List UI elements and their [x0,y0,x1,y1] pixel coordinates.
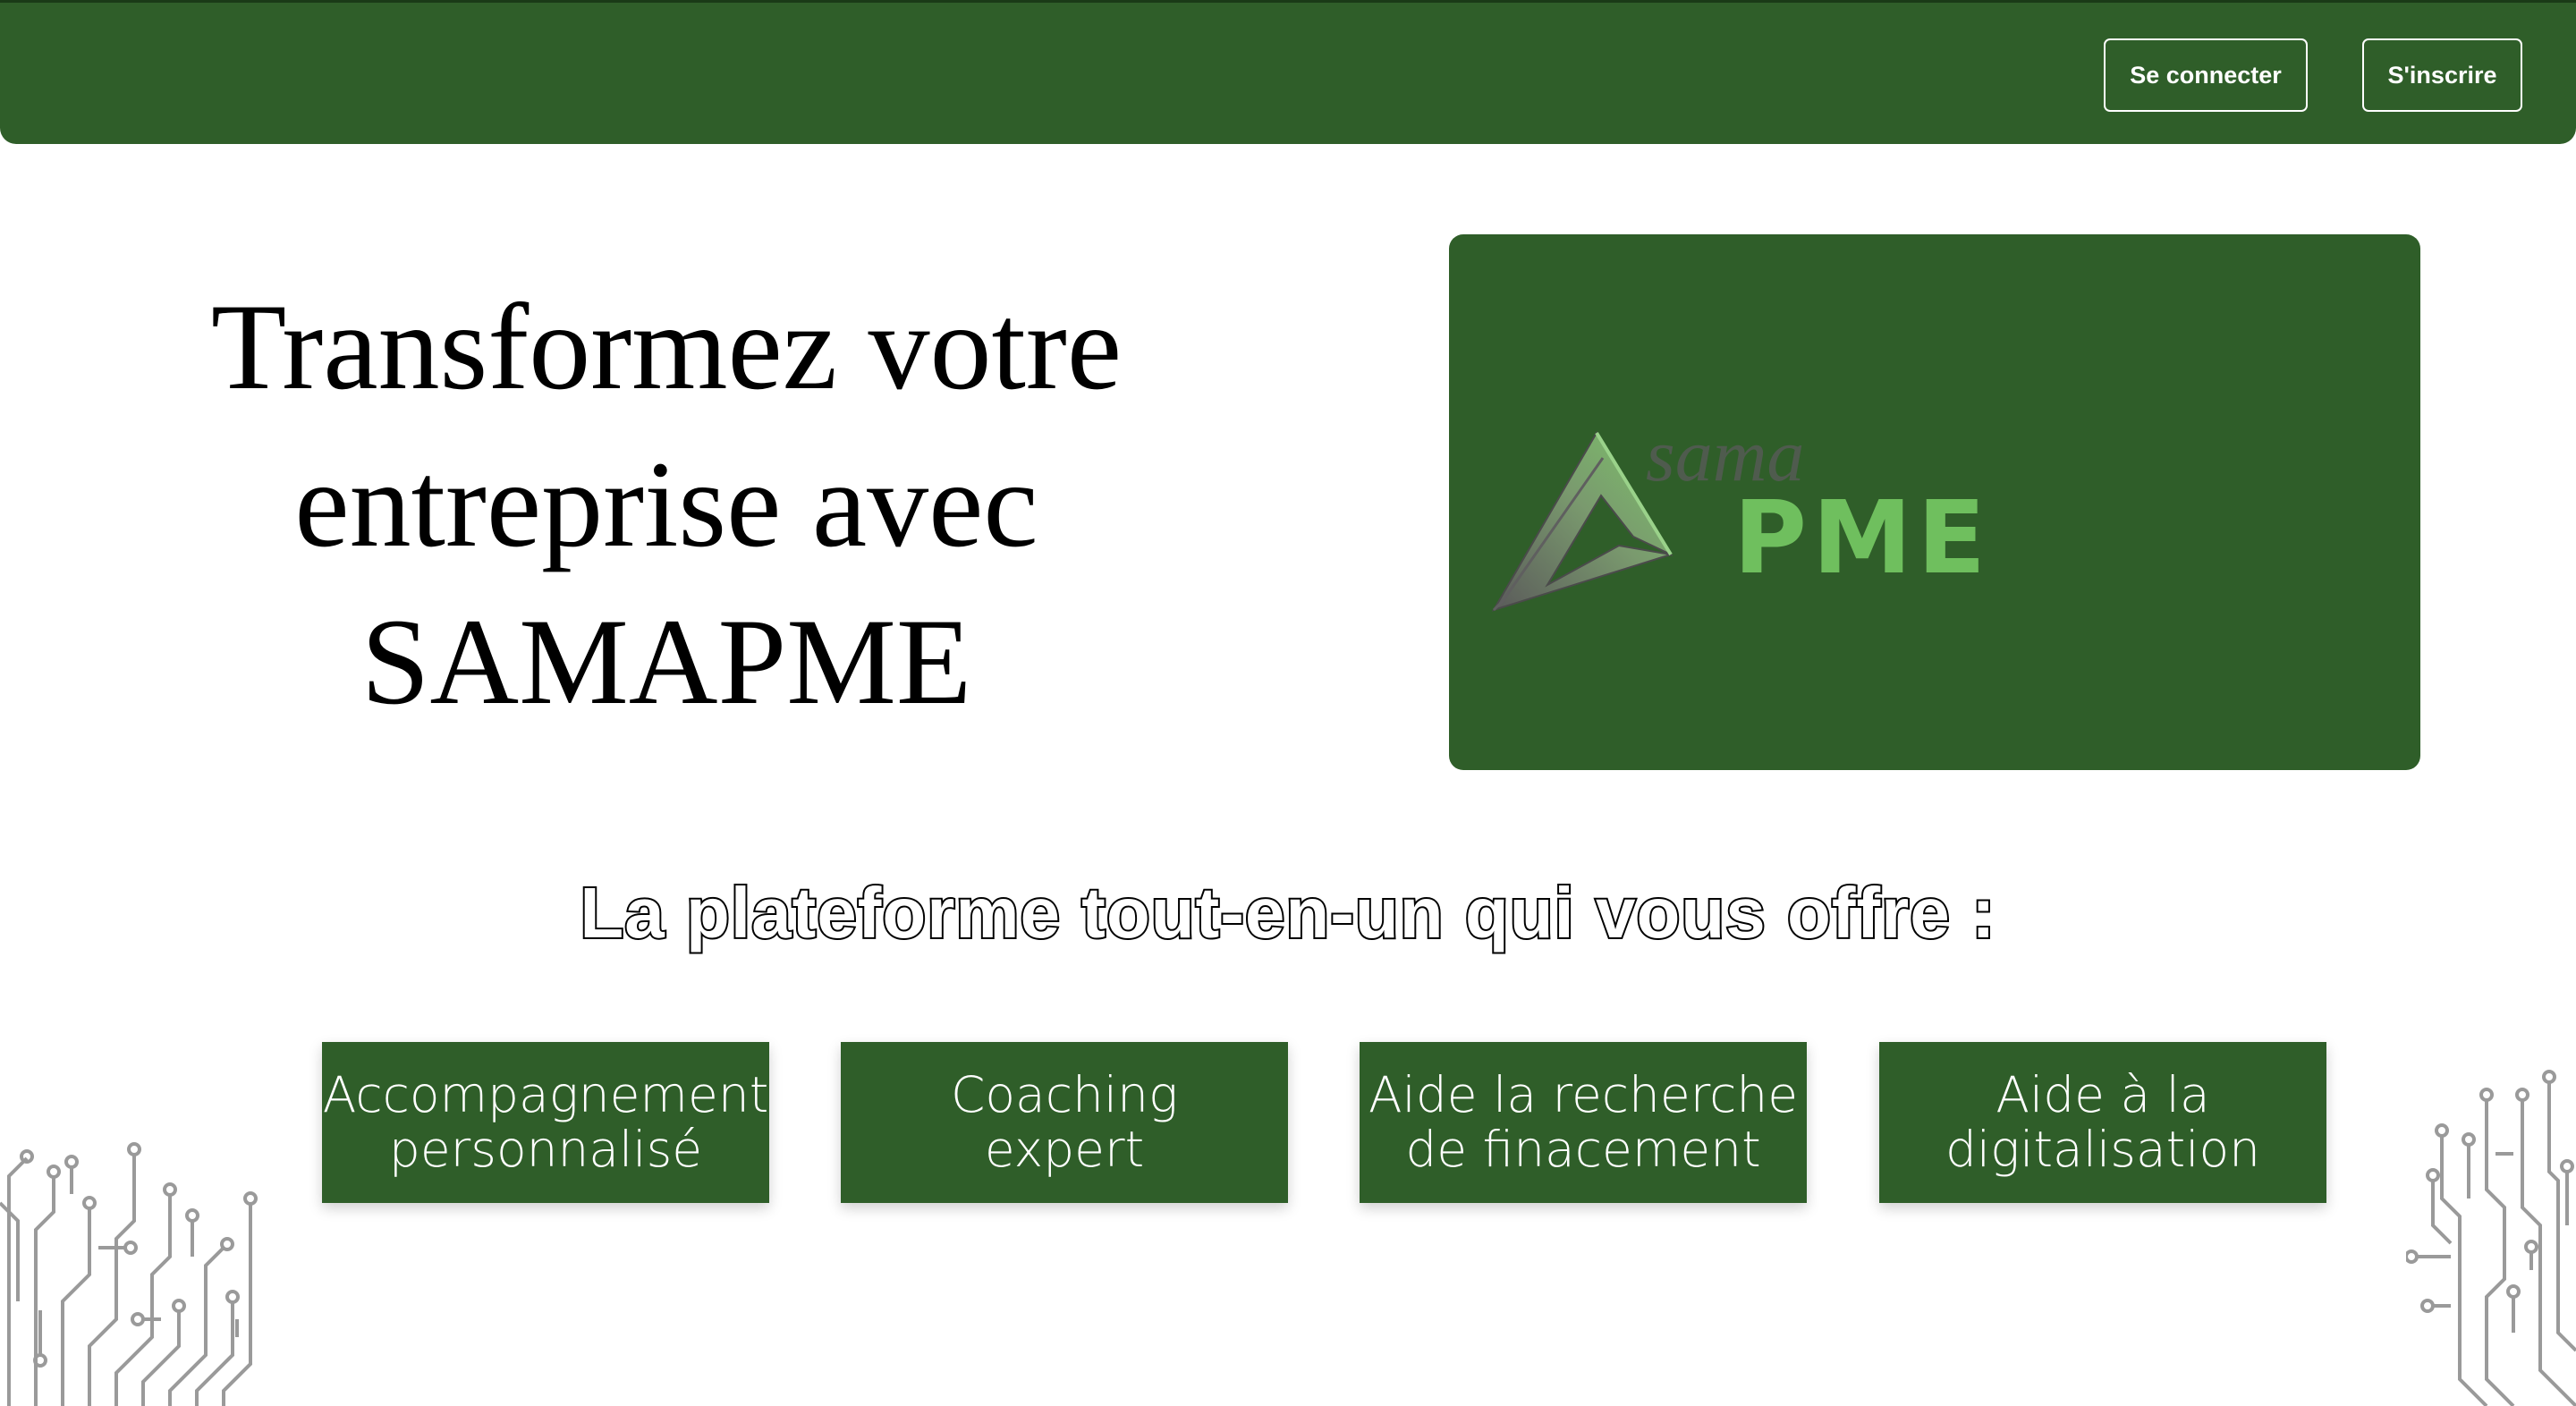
feature-card-accompagnement[interactable]: Accompagnement personnalisé [322,1042,769,1203]
samapme-logo: sama PME [1491,414,1991,612]
feature-label-line-2: de finacement [1405,1121,1761,1178]
feature-label-line-1: Coaching [951,1066,1178,1123]
feature-label-line-1: Accompagnement [322,1066,769,1123]
tagline: La plateforme tout-en-un qui vous offre … [578,871,1996,954]
hero-title-line-1: Transformez votre [210,278,1123,415]
feature-label-line-1: Aide à la [1996,1066,2210,1123]
logo-main-text: PME [1733,480,1991,597]
feature-label-line-2: personnalisé [388,1121,703,1178]
feature-label-line-2: digitalisation [1945,1121,2261,1178]
login-button[interactable]: Se connecter [2104,38,2308,112]
hero-title-line-2: entreprise avec [294,436,1038,572]
feature-label-line-1: Aide la recherche [1368,1066,1799,1123]
feature-card-digitalisation[interactable]: Aide à la digitalisation [1879,1042,2326,1203]
feature-label-line-2: expert [984,1121,1145,1178]
hero-title: Transformez votre entreprise avec SAMAPM… [143,268,1190,741]
logo-triangle-icon [1491,431,1674,612]
feature-card-financement[interactable]: Aide la recherche de finacement [1360,1042,1807,1203]
signup-button[interactable]: S'inscrire [2362,38,2522,112]
circuit-decoration-left-icon [0,1142,258,1406]
circuit-decoration-right-icon [2406,1070,2576,1406]
top-nav-bar: Se connecter S'inscrire [0,0,2576,144]
hero-title-line-3: SAMAPME [360,593,972,730]
logo-card: sama PME [1449,234,2420,770]
feature-card-coaching[interactable]: Coaching expert [841,1042,1288,1203]
